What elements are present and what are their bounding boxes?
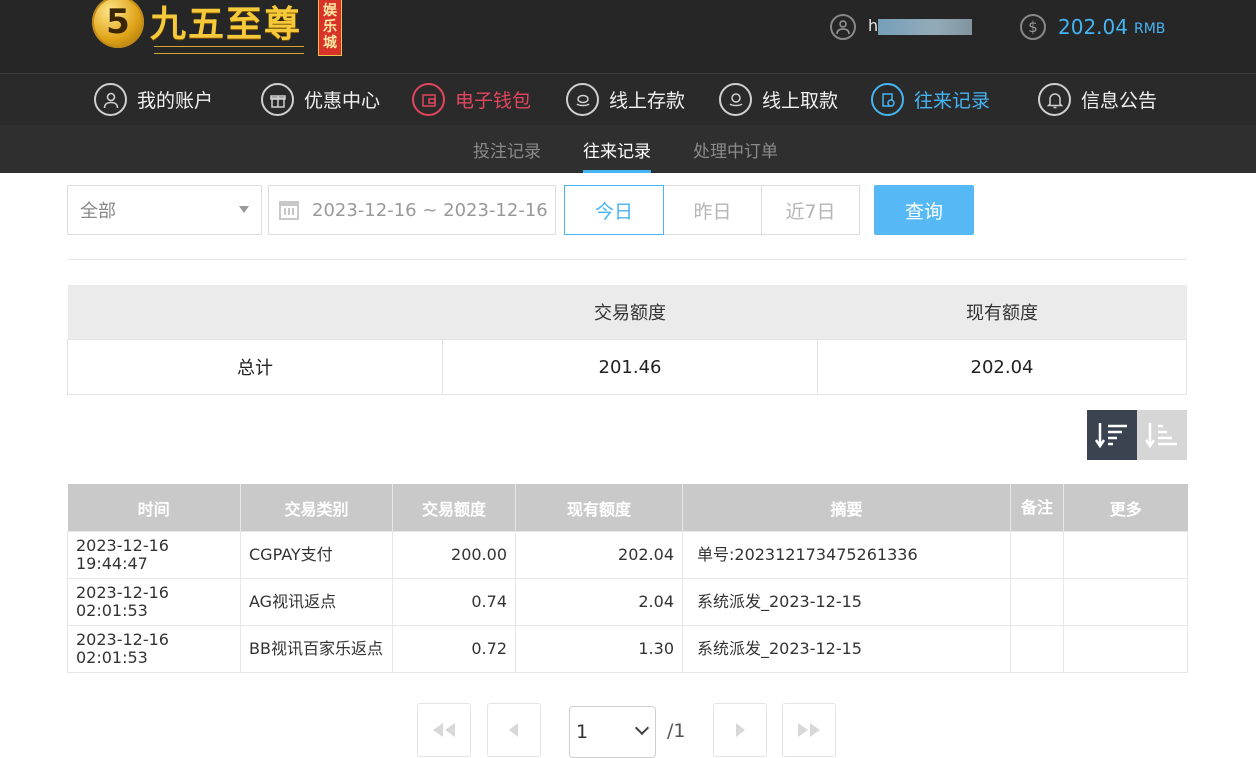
table-row: 2023-12-16 02:01:53 AG视讯返点 0.74 2.04 系统派…	[67, 578, 1188, 626]
col-more: 更多	[1063, 484, 1188, 532]
bell-icon	[1038, 83, 1071, 116]
col-summary: 摘要	[682, 484, 1011, 532]
balance-unit: RMB	[1133, 21, 1166, 37]
range-7days-button[interactable]: 近7日	[761, 185, 860, 235]
tab-transaction-records[interactable]: 往来记录	[583, 125, 651, 173]
type-select[interactable]: 全部	[67, 185, 262, 235]
logo-ornament	[154, 46, 304, 54]
user-icon	[830, 14, 856, 40]
gift-icon	[261, 83, 294, 116]
summary-table: 交易额度 现有额度 总计 201.46 202.04	[67, 285, 1187, 395]
balance-amount: 202.04	[1058, 15, 1128, 39]
next-page-button[interactable]	[713, 703, 767, 757]
page-total: /1	[667, 720, 686, 742]
tab-bet-records[interactable]: 投注记录	[473, 125, 541, 173]
logo-badge: 娱 乐 城	[318, 0, 342, 56]
logo-text: 九五至尊	[150, 3, 303, 45]
records-icon	[871, 83, 904, 116]
col-time: 时间	[67, 484, 241, 532]
col-balance: 现有额度	[515, 484, 683, 532]
nav-e-wallet[interactable]: 电子钱包	[412, 74, 531, 125]
quick-range-group: 今日 昨日 近7日	[564, 185, 860, 235]
calendar-icon	[279, 200, 299, 220]
nav-my-account[interactable]: 我的账户	[94, 74, 213, 125]
summary-header-blank	[67, 285, 443, 340]
first-page-button[interactable]	[417, 703, 471, 757]
nav-online-deposit[interactable]: 线上存款	[566, 74, 685, 125]
sub-nav: 投注记录 往来记录 处理中订单	[0, 125, 1256, 173]
dollar-icon: $	[1020, 14, 1046, 40]
summary-total-label: 总计	[67, 339, 443, 395]
summary-total-balance: 202.04	[817, 339, 1187, 395]
chevron-right-icon	[736, 723, 745, 737]
caret-down-icon	[239, 206, 249, 213]
summary-total-amount: 201.46	[442, 339, 818, 395]
summary-header-amount: 交易额度	[442, 285, 818, 340]
main-nav: 我的账户 优惠中心 电子钱包 线上存款 线上取款 往来记录 信息公告	[0, 73, 1256, 126]
nav-announcements[interactable]: 信息公告	[1038, 74, 1157, 125]
username: h	[868, 16, 972, 38]
sort-asc-icon	[1144, 423, 1177, 449]
query-button[interactable]: 查询	[874, 185, 974, 235]
page-select[interactable]: 1	[569, 706, 656, 758]
table-row: 2023-12-16 19:44:47 CGPAY支付 200.00 202.0…	[67, 531, 1188, 579]
balance-info: $ 202.04 RMB	[1020, 10, 1165, 44]
top-header: 5 九五至尊 娱 乐 城 h $ 202.04 RMB	[0, 0, 1256, 73]
divider	[67, 259, 1187, 260]
col-note: 备注	[1010, 484, 1064, 532]
logo-emblem: 5	[92, 0, 144, 48]
col-type: 交易类别	[240, 484, 393, 532]
double-chevron-right-icon	[798, 723, 820, 737]
username-redaction	[878, 19, 972, 35]
summary-header-balance: 现有额度	[817, 285, 1187, 340]
nav-transaction-records[interactable]: 往来记录	[871, 74, 990, 125]
table-row: 2023-12-16 02:01:53 BB视讯百家乐返点 0.72 1.30 …	[67, 625, 1188, 673]
double-chevron-left-icon	[433, 723, 455, 737]
user-info[interactable]: h	[830, 10, 972, 44]
sort-descending-button[interactable]	[1087, 410, 1137, 460]
wallet-icon	[412, 83, 445, 116]
chevron-left-icon	[509, 723, 518, 737]
nav-promotions[interactable]: 优惠中心	[261, 74, 380, 125]
date-range-picker[interactable]: 2023-12-16 ~ 2023-12-16	[268, 185, 556, 235]
last-page-button[interactable]	[782, 703, 836, 757]
user-icon	[94, 83, 127, 116]
sort-ascending-button[interactable]	[1137, 410, 1187, 460]
records-header-row: 时间 交易类别 交易额度 现有额度 摘要 备注 更多	[67, 484, 1188, 532]
prev-page-button[interactable]	[487, 703, 541, 757]
chevron-down-icon	[634, 720, 650, 736]
site-logo[interactable]: 5 九五至尊 娱 乐 城	[92, 0, 342, 58]
tab-pending-orders[interactable]: 处理中订单	[693, 125, 778, 173]
sort-desc-icon	[1094, 423, 1127, 449]
range-yesterday-button[interactable]: 昨日	[663, 185, 762, 235]
range-today-button[interactable]: 今日	[564, 185, 664, 235]
withdraw-icon	[719, 83, 752, 116]
nav-online-withdraw[interactable]: 线上取款	[719, 74, 838, 125]
col-amount: 交易额度	[392, 484, 516, 532]
records-table: 时间 交易类别 交易额度 现有额度 摘要 备注 更多 2023-12-16 19…	[67, 484, 1188, 673]
deposit-icon	[566, 83, 599, 116]
